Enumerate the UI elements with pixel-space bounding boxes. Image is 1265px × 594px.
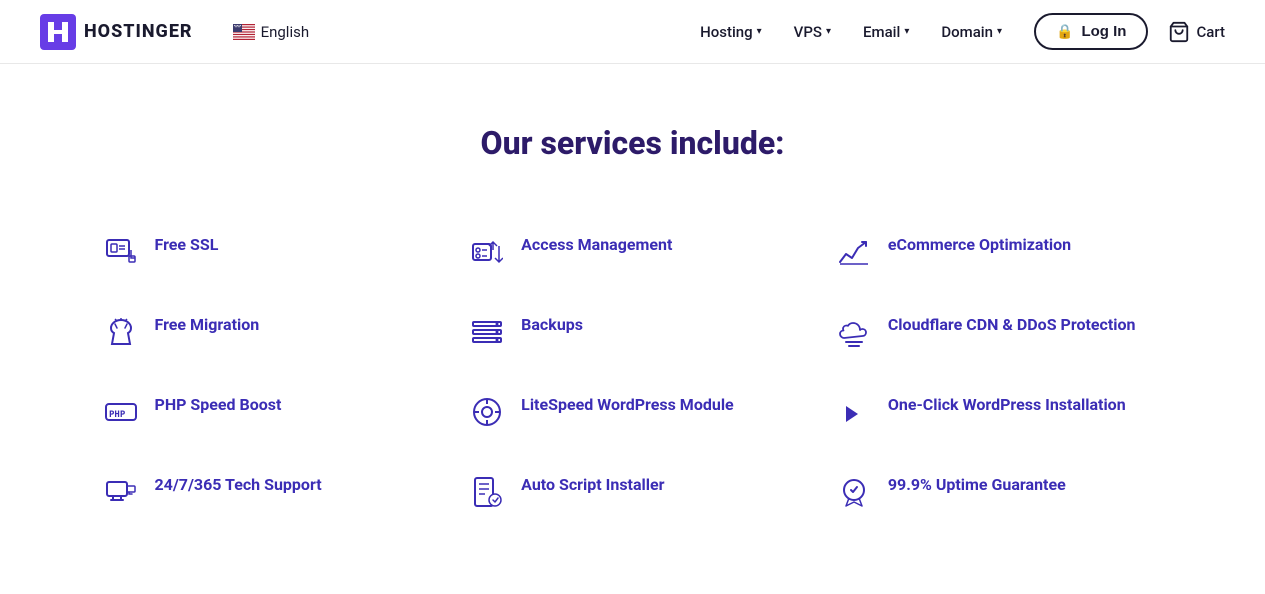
service-litespeed: LiteSpeed WordPress Module <box>449 372 816 452</box>
main-nav: Hosting ▾ VPS ▾ Email ▾ Domain ▾ <box>700 23 1002 41</box>
migration-icon <box>103 314 139 350</box>
nav-email[interactable]: Email ▾ <box>863 23 909 41</box>
cart-icon <box>1168 21 1190 43</box>
service-cloudflare: Cloudflare CDN & DDoS Protection <box>816 292 1183 372</box>
service-label: LiteSpeed WordPress Module <box>521 394 734 416</box>
service-wordpress-install: One-Click WordPress Installation <box>816 372 1183 452</box>
logo[interactable]: HOSTINGER <box>40 14 193 50</box>
header: HOSTINGER English Hosting ▾ <box>0 0 1265 64</box>
litespeed-icon <box>469 394 505 430</box>
chevron-down-icon: ▾ <box>826 26 831 37</box>
chevron-down-icon: ▾ <box>904 26 909 37</box>
main-content: Our services include: Free SSL <box>0 64 1265 592</box>
service-backups: Backups <box>449 292 816 372</box>
service-access-management: Access Management <box>449 212 816 292</box>
service-free-migration: Free Migration <box>83 292 450 372</box>
chevron-down-icon: ▾ <box>997 26 1002 37</box>
services-grid: Free SSL Access Management <box>83 212 1183 532</box>
access-management-icon <box>469 234 505 270</box>
wordpress-install-icon <box>836 394 872 430</box>
auto-script-icon <box>469 474 505 510</box>
cart-button[interactable]: Cart <box>1168 21 1225 43</box>
cloudflare-icon <box>836 314 872 350</box>
service-uptime: 99.9% Uptime Guarantee <box>816 452 1183 532</box>
service-label: Free SSL <box>155 234 219 256</box>
logo-text: HOSTINGER <box>84 21 193 42</box>
nav-hosting[interactable]: Hosting ▾ <box>700 23 762 41</box>
lock-icon: 🔒 <box>1056 23 1073 40</box>
section-title: Our services include: <box>80 124 1185 162</box>
service-label: One-Click WordPress Installation <box>888 394 1126 416</box>
service-label: Auto Script Installer <box>521 474 664 496</box>
flag-icon <box>233 24 255 40</box>
service-label: PHP Speed Boost <box>155 394 282 416</box>
service-auto-script: Auto Script Installer <box>449 452 816 532</box>
chevron-down-icon: ▾ <box>757 26 762 37</box>
nav-vps[interactable]: VPS ▾ <box>794 23 831 41</box>
service-label: eCommerce Optimization <box>888 234 1071 256</box>
service-label: Backups <box>521 314 583 336</box>
language-selector[interactable]: English <box>233 23 310 41</box>
ssl-icon <box>103 234 139 270</box>
nav-domain[interactable]: Domain ▾ <box>941 23 1002 41</box>
service-ecommerce: eCommerce Optimization <box>816 212 1183 292</box>
service-label: 24/7/365 Tech Support <box>155 474 322 496</box>
service-label: Access Management <box>521 234 672 256</box>
service-php-speed: PHP PHP Speed Boost <box>83 372 450 452</box>
ecommerce-icon <box>836 234 872 270</box>
backups-icon <box>469 314 505 350</box>
service-label: Free Migration <box>155 314 260 336</box>
service-label: Cloudflare CDN & DDoS Protection <box>888 314 1136 336</box>
tech-support-icon <box>103 474 139 510</box>
language-text: English <box>261 23 310 41</box>
uptime-icon <box>836 474 872 510</box>
service-tech-support: 24/7/365 Tech Support <box>83 452 450 532</box>
service-label: 99.9% Uptime Guarantee <box>888 474 1066 496</box>
logo-icon <box>40 14 76 50</box>
service-free-ssl: Free SSL <box>83 212 450 292</box>
svg-text:PHP: PHP <box>109 410 126 420</box>
php-icon: PHP <box>103 394 139 430</box>
login-button[interactable]: 🔒 Log In <box>1034 13 1148 50</box>
